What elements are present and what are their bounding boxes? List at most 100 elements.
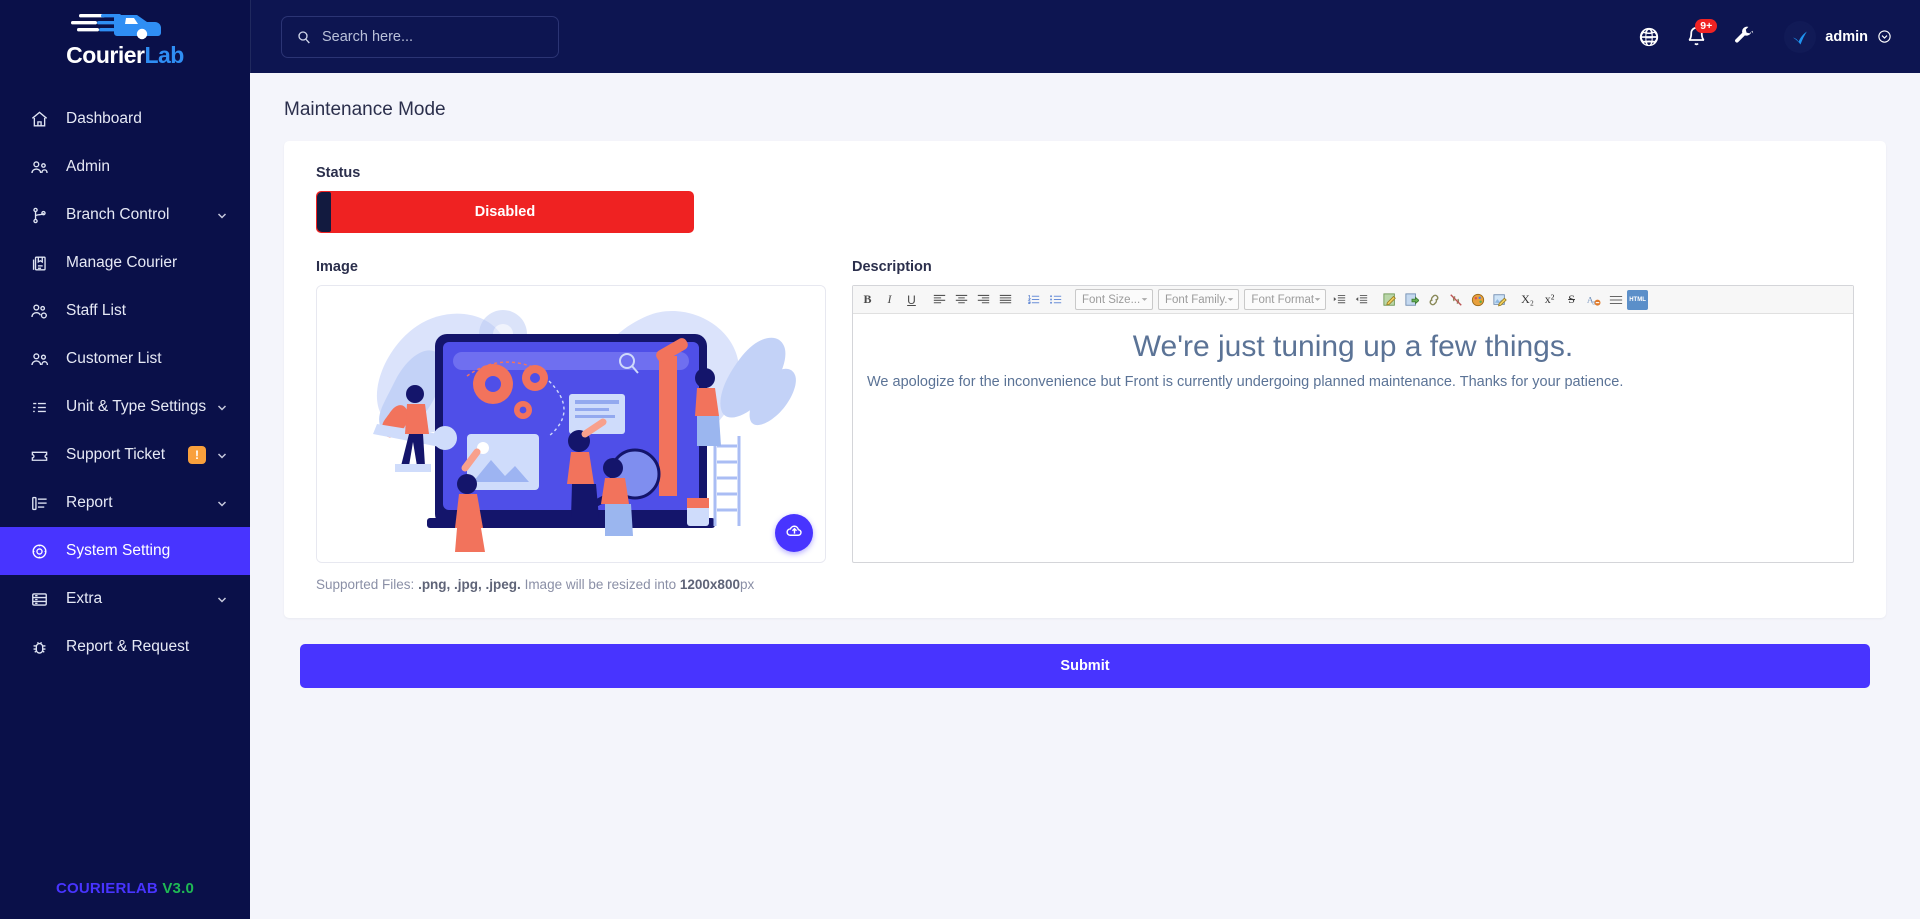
sidebar-item-report[interactable]: Report <box>0 479 250 527</box>
bulleted-list-icon[interactable] <box>1045 290 1066 310</box>
html-source-icon[interactable]: HTML <box>1627 289 1649 310</box>
cloud-upload-icon <box>785 521 804 545</box>
brand-name-part2: Lab <box>144 41 184 68</box>
wrench-icon[interactable] <box>1733 26 1754 47</box>
sidebar-item-branch-control[interactable]: Branch Control <box>0 191 250 239</box>
unlink-icon[interactable] <box>1445 290 1466 310</box>
chevron-down-icon <box>216 401 228 413</box>
chevron-down-icon <box>1314 298 1321 301</box>
page-title: Maintenance Mode <box>284 99 446 120</box>
link-icon[interactable] <box>1423 290 1444 310</box>
italic-icon[interactable]: I <box>879 290 900 310</box>
upload-image-button[interactable] <box>775 514 813 552</box>
image-edit-icon[interactable] <box>1489 290 1510 310</box>
bug-icon <box>30 638 56 657</box>
main-area: 9+ admin Maintenance Mode <box>250 0 1920 919</box>
paste-icon[interactable] <box>1401 290 1422 310</box>
chevron-down-icon[interactable] <box>1877 29 1892 44</box>
globe-icon[interactable] <box>1638 26 1660 48</box>
superscript-icon[interactable]: x² <box>1539 290 1560 310</box>
sidebar-item-staff-list[interactable]: Staff List <box>0 287 250 335</box>
gear-circle-icon <box>30 542 56 561</box>
help-formats: .png, .jpg, .jpeg. <box>418 577 521 592</box>
search-icon <box>296 29 312 45</box>
chevron-down-icon <box>216 209 228 221</box>
edit-source-icon[interactable] <box>1379 290 1400 310</box>
submit-button[interactable]: Submit <box>300 644 1870 688</box>
user-menu[interactable]: admin <box>1784 20 1892 53</box>
underline-icon[interactable]: U <box>901 290 922 310</box>
description-column: Description B I U Font Size... Font Fami… <box>852 259 1854 592</box>
sidebar-item-label: Report & Request <box>66 638 190 655</box>
sidebar-item-label: Report <box>66 494 113 511</box>
home-icon <box>30 110 56 129</box>
font-format-value: Font Format <box>1251 293 1315 306</box>
subscript-icon[interactable]: X₂ <box>1517 290 1538 310</box>
font-family-value: Font Family. <box>1165 293 1228 306</box>
image-label: Image <box>316 259 358 275</box>
remove-format-icon[interactable]: Aa <box>1583 290 1604 310</box>
increase-indent-icon[interactable] <box>1329 290 1350 310</box>
status-badge: ! <box>188 446 206 464</box>
sidebar-item-manage-courier[interactable]: Manage Courier <box>0 239 250 287</box>
topbar: 9+ admin <box>250 0 1920 73</box>
maintenance-illustration-icon <box>317 286 825 562</box>
bold-icon[interactable]: B <box>857 290 878 310</box>
users-cog-icon <box>30 302 56 321</box>
editor-content[interactable]: We're just tuning up a few things. We ap… <box>853 314 1853 562</box>
sidebar-item-label: Admin <box>66 158 110 175</box>
help-suffix: px <box>739 577 755 592</box>
image-help-text: Supported Files: .png, .jpg, .jpeg. Imag… <box>316 577 826 592</box>
font-size-value: Font Size... <box>1082 293 1141 306</box>
horizontal-rule-icon[interactable] <box>1605 290 1626 310</box>
maintenance-image-preview[interactable] <box>316 285 826 563</box>
users-icon <box>30 350 56 369</box>
sidebar-item-label: Extra <box>66 590 103 607</box>
footer-app-name: COURIERLAB <box>55 880 158 897</box>
maintenance-status-toggle[interactable]: Disabled <box>316 191 694 233</box>
align-center-icon[interactable] <box>951 290 972 310</box>
sidebar-item-support-ticket[interactable]: Support Ticket ! <box>0 431 250 479</box>
align-right-icon[interactable] <box>973 290 994 310</box>
sidebar-item-report-request[interactable]: Report & Request <box>0 623 250 671</box>
parcel-icon <box>30 254 56 273</box>
description-paragraph: We apologize for the inconvenience but F… <box>867 374 1624 390</box>
sidebar-nav: Dashboard Admin Branch Control Manage Co… <box>0 95 250 880</box>
brand-wordmark: CourierLab <box>66 42 184 69</box>
font-size-select[interactable]: Font Size... <box>1075 289 1153 310</box>
sidebar-item-dashboard[interactable]: Dashboard <box>0 95 250 143</box>
bell-icon[interactable]: 9+ <box>1686 19 1718 47</box>
sidebar: CourierLab Dashboard Admin Branch Contro… <box>0 0 250 919</box>
image-column: Image Supported Files: .png, .jpg, .jpeg… <box>316 259 826 592</box>
ticket-icon <box>30 446 56 465</box>
help-prefix: Supported Files: <box>316 577 419 592</box>
username-label: admin <box>1825 28 1868 45</box>
align-left-icon[interactable] <box>929 290 950 310</box>
font-family-select[interactable]: Font Family. <box>1158 289 1240 310</box>
sidebar-item-label: Unit & Type Settings <box>66 398 207 415</box>
align-justify-icon[interactable] <box>995 290 1016 310</box>
numbered-list-icon[interactable] <box>1023 290 1044 310</box>
app-root: CourierLab Dashboard Admin Branch Contro… <box>0 0 1920 919</box>
font-format-select[interactable]: Font Format <box>1244 289 1327 310</box>
search-input[interactable] <box>322 28 544 45</box>
sidebar-item-unit-type-settings[interactable]: Unit & Type Settings <box>0 383 250 431</box>
editor-toolbar: B I U Font Size... Font Family. Font For… <box>853 286 1853 314</box>
sidebar-footer: COURIERLAB V3.0 <box>0 880 250 919</box>
text-color-icon[interactable] <box>1467 290 1488 310</box>
decrease-indent-icon[interactable] <box>1351 290 1372 310</box>
sidebar-item-system-setting[interactable]: System Setting <box>0 527 250 575</box>
sidebar-item-extra[interactable]: Extra <box>0 575 250 623</box>
sidebar-item-admin[interactable]: Admin <box>0 143 250 191</box>
courier-truck-logo-icon <box>67 11 183 41</box>
page-content: Maintenance Mode Status Disabled Image S… <box>250 73 1920 919</box>
sidebar-item-customer-list[interactable]: Customer List <box>0 335 250 383</box>
strikethrough-icon[interactable]: S <box>1561 290 1582 310</box>
footer-version: V3.0 <box>162 880 195 897</box>
brand[interactable]: CourierLab <box>0 0 250 73</box>
help-middle: Image will be resized into <box>520 577 680 592</box>
search-box[interactable] <box>281 15 559 58</box>
sidebar-item-label: Dashboard <box>66 110 142 127</box>
rich-text-editor: B I U Font Size... Font Family. Font For… <box>852 285 1854 563</box>
users-group-icon <box>30 158 56 177</box>
